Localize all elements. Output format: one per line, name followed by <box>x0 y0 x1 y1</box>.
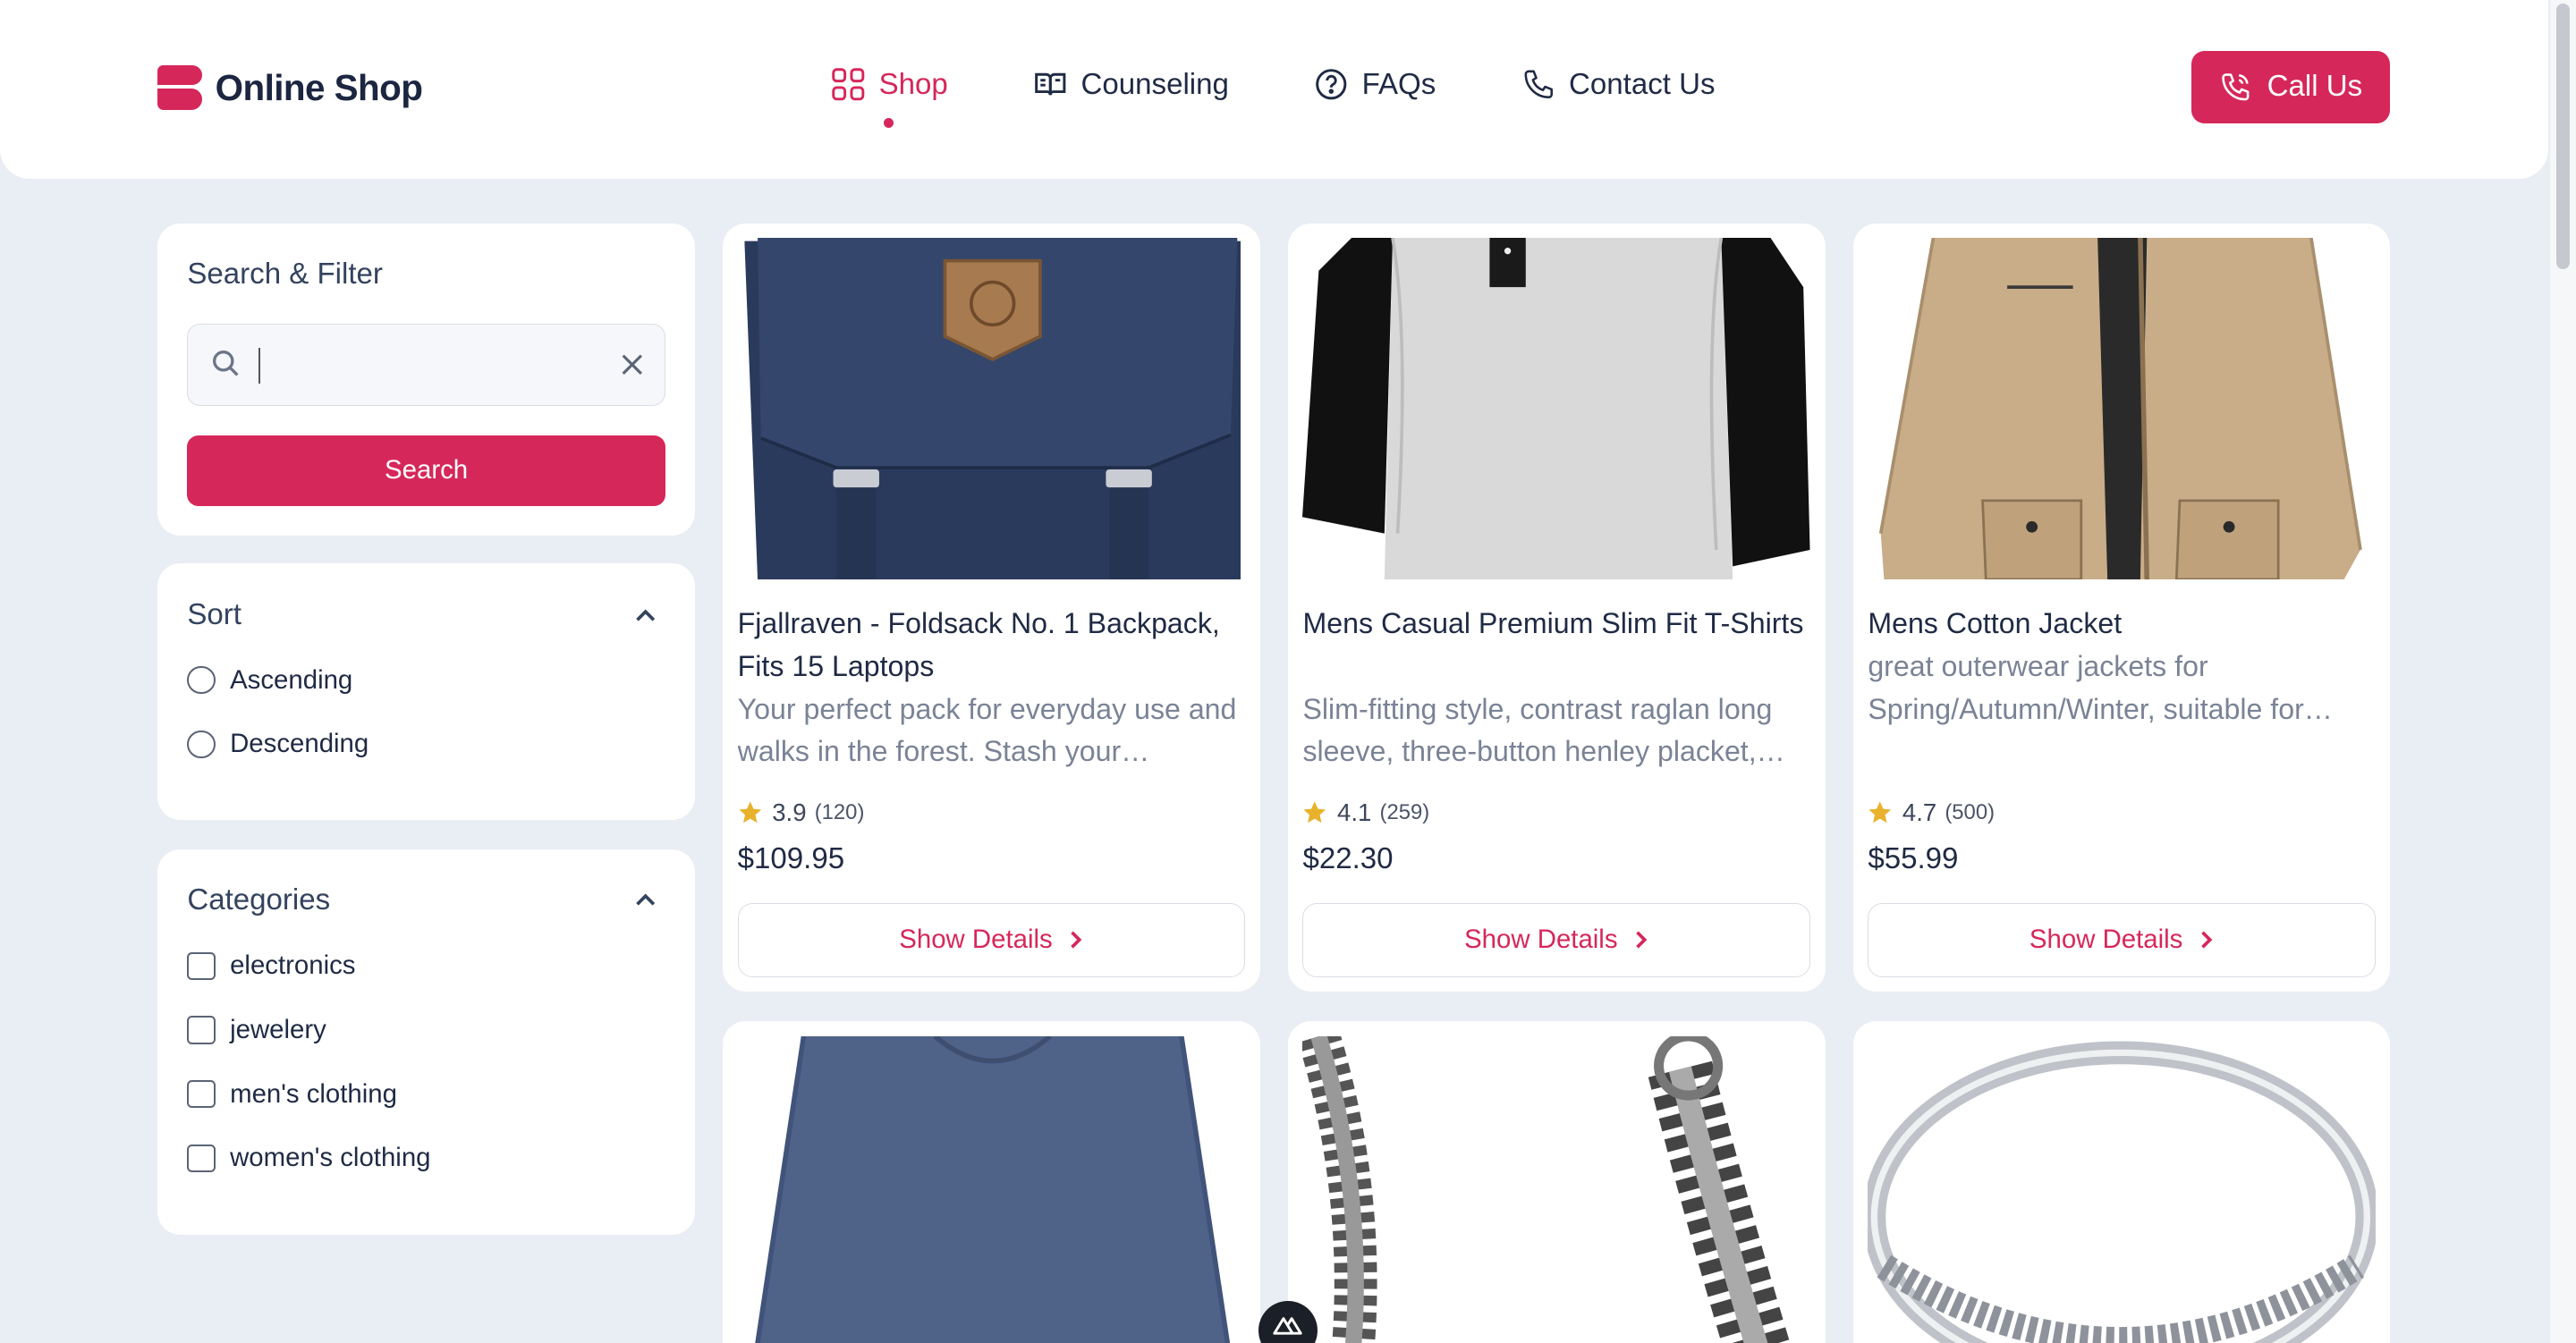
product-image-jacket[interactable] <box>1868 238 2376 580</box>
product-card[interactable] <box>1287 1021 1826 1343</box>
radio-button[interactable] <box>187 666 216 695</box>
chevron-right-icon <box>1636 931 1648 950</box>
product-rating: 3.9 (120) <box>738 798 865 827</box>
nav-item-faqs[interactable]: FAQs <box>1314 67 1436 102</box>
chevron-up-icon[interactable] <box>632 887 658 913</box>
product-card[interactable]: Mens Cotton Jacket great outerwear jacke… <box>1852 223 2391 992</box>
show-details-label: Show Details <box>2029 925 2183 955</box>
brand-name: Online Shop <box>215 66 423 108</box>
nuxt-logo-icon <box>1273 1317 1303 1335</box>
search-filter-title: Search & Filter <box>187 258 383 291</box>
product-image-long-sleeve-shirt[interactable] <box>737 1035 1246 1343</box>
category-label: jewelery <box>230 1015 326 1045</box>
brand-logo-icon <box>157 65 202 111</box>
checkbox[interactable] <box>187 951 216 981</box>
categories-panel: Categories electronics jewelery men's cl… <box>157 849 695 1236</box>
call-us-label: Call Us <box>2267 70 2363 104</box>
product-image-bracelet[interactable] <box>1302 1035 1811 1343</box>
product-price: $22.30 <box>1302 842 1394 876</box>
category-option-jewelery[interactable]: jewelery <box>187 1015 326 1045</box>
product-card[interactable] <box>723 1021 1260 1343</box>
search-input[interactable] <box>263 337 593 393</box>
product-title[interactable]: Mens Casual Premium Slim Fit T-Shirts <box>1302 603 1815 646</box>
product-card[interactable]: Mens Casual Premium Slim Fit T-Shirts Sl… <box>1287 223 1826 992</box>
chevron-right-icon <box>2201 931 2213 950</box>
phone-icon <box>1524 70 1553 99</box>
show-details-label: Show Details <box>1464 925 1618 955</box>
question-circle-icon <box>1316 69 1347 100</box>
category-option-electronics[interactable]: electronics <box>187 950 356 981</box>
show-details-button[interactable]: Show Details <box>1868 903 2376 977</box>
product-rating: 4.1 (259) <box>1302 798 1429 827</box>
top-header: Online Shop Shop Counseling FAQs Contact… <box>0 0 2548 180</box>
product-image-ring[interactable] <box>1868 1035 2376 1343</box>
product-price: $55.99 <box>1868 842 1959 876</box>
product-title[interactable]: Mens Cotton Jacket <box>1868 603 2380 646</box>
sort-option-descending[interactable]: Descending <box>187 729 369 759</box>
show-details-label: Show Details <box>899 925 1053 955</box>
active-indicator <box>884 118 894 129</box>
rating-count: (259) <box>1379 799 1430 824</box>
show-details-button[interactable]: Show Details <box>1302 903 1811 977</box>
search-field[interactable] <box>187 323 665 406</box>
nav-item-label: Shop <box>878 67 948 101</box>
star-icon <box>739 801 761 824</box>
text-cursor <box>258 347 261 384</box>
product-price: $109.95 <box>737 842 845 876</box>
rating-count: (120) <box>814 799 865 824</box>
rating-value: 4.1 <box>1337 798 1372 826</box>
chevron-up-icon[interactable] <box>632 603 658 629</box>
search-button[interactable]: Search <box>187 435 665 506</box>
product-rating: 4.7 (500) <box>1868 798 1995 827</box>
rating-count: (500) <box>1945 799 1996 824</box>
categories-title: Categories <box>187 883 331 917</box>
nav-item-shop[interactable]: Shop <box>831 67 948 129</box>
product-image-backpack[interactable] <box>737 238 1246 580</box>
product-card[interactable] <box>1852 1021 2391 1343</box>
phone-call-icon <box>2222 73 2250 101</box>
nav-item-counseling[interactable]: Counseling <box>1033 67 1229 102</box>
checkbox[interactable] <box>187 1144 216 1172</box>
category-label: women's clothing <box>230 1143 431 1173</box>
sort-option-ascending[interactable]: Ascending <box>187 665 352 696</box>
call-us-button[interactable]: Call Us <box>2191 50 2391 123</box>
product-title[interactable]: Fjallraven - Foldsack No. 1 Backpack, Fi… <box>738 603 1250 688</box>
category-option-womens-clothing[interactable]: women's clothing <box>187 1143 431 1173</box>
product-description: great outerwear jackets for Spring/Autum… <box>1868 649 2333 725</box>
chevron-right-icon <box>1071 931 1082 950</box>
brand[interactable]: Online Shop <box>157 65 423 111</box>
rating-value: 4.7 <box>1902 798 1937 826</box>
checkbox[interactable] <box>187 1080 216 1109</box>
star-icon <box>1303 801 1326 824</box>
nav-item-label: FAQs <box>1361 67 1436 101</box>
category-label: men's clothing <box>230 1078 397 1109</box>
product-description: Your perfect pack for everyday use and w… <box>737 692 1237 768</box>
sort-title: Sort <box>187 597 242 631</box>
category-label: electronics <box>230 950 356 981</box>
radio-button[interactable] <box>187 730 216 759</box>
clear-icon[interactable] <box>620 352 645 377</box>
rating-value: 3.9 <box>772 798 807 826</box>
show-details-button[interactable]: Show Details <box>737 903 1246 977</box>
scrollbar-thumb[interactable] <box>2555 3 2570 270</box>
nav-item-contact[interactable]: Contact Us <box>1521 67 1716 102</box>
sort-option-label: Descending <box>230 729 369 759</box>
search-filter-panel: Search & Filter Search <box>157 223 695 536</box>
sort-option-label: Ascending <box>230 664 353 695</box>
nav-item-label: Contact Us <box>1569 67 1716 101</box>
product-description: Slim-fitting style, contrast raglan long… <box>1302 692 1785 768</box>
star-icon <box>1868 801 1892 824</box>
main-nav: Shop Counseling FAQs Contact Us <box>831 67 1801 129</box>
nav-item-label: Counseling <box>1080 67 1229 101</box>
sort-panel: Sort Ascending Descending <box>157 562 695 820</box>
product-image-tshirt[interactable] <box>1302 238 1811 580</box>
grid-icon <box>832 68 865 101</box>
checkbox[interactable] <box>187 1016 216 1044</box>
book-open-icon <box>1035 73 1066 96</box>
search-icon <box>213 351 239 376</box>
category-option-mens-clothing[interactable]: men's clothing <box>187 1079 397 1110</box>
product-card[interactable]: Fjallraven - Foldsack No. 1 Backpack, Fi… <box>723 223 1260 992</box>
